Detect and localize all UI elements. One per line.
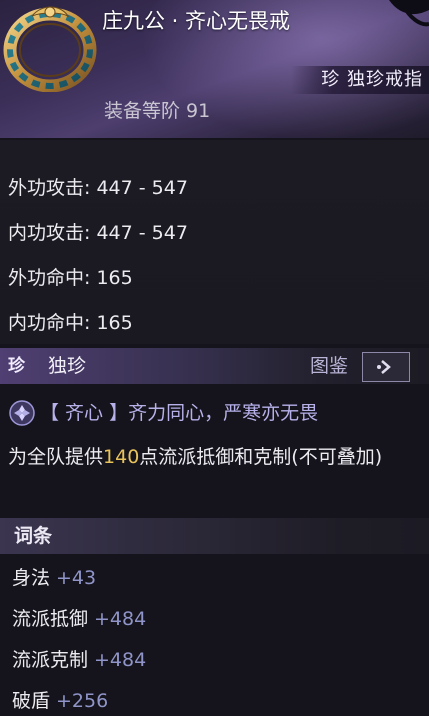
rarity-badge: 珍 xyxy=(8,356,25,376)
equip-level: 装备等阶 91 xyxy=(104,100,211,122)
affix-name: 流派克制 xyxy=(12,649,89,671)
affix-title: 词条 xyxy=(14,525,53,547)
stat-line: 内功攻击: 447 - 547 xyxy=(8,218,188,248)
stat-value: 447 - 547 xyxy=(96,222,188,244)
stat-label: 内功命中: xyxy=(8,312,91,334)
affix-name: 破盾 xyxy=(12,690,51,712)
rarity-tag: 珍 独珍戒指 xyxy=(291,66,429,94)
affix-name: 流派抵御 xyxy=(12,608,89,630)
corner-ornament-icon xyxy=(389,0,429,27)
codex-button[interactable] xyxy=(362,352,410,382)
stat-value: 165 xyxy=(96,312,133,334)
stat-label: 外功命中: xyxy=(8,267,91,289)
affix-section-header xyxy=(0,518,429,554)
item-header: 庄九公 · 齐心无畏戒 珍 独珍戒指 装备等阶 91 xyxy=(0,0,429,140)
set-effect: 【 齐心 】齐力同心，严寒亦无畏 xyxy=(8,398,318,428)
affix-value: +256 xyxy=(56,690,109,712)
affix-line: 流派抵御 +484 xyxy=(12,604,146,634)
stat-line: 外功攻击: 447 - 547 xyxy=(8,173,188,203)
stat-label: 内功攻击: xyxy=(8,222,91,244)
stat-line: 内功命中: 165 xyxy=(8,308,133,338)
stat-value: 165 xyxy=(96,267,133,289)
ring-icon xyxy=(3,6,97,92)
affix-line: 流派克制 +484 xyxy=(12,645,146,675)
stat-value: 447 - 547 xyxy=(96,177,188,199)
codex-label[interactable]: 图鉴 xyxy=(310,353,348,379)
desc-value: 140 xyxy=(103,446,140,468)
item-tooltip-panel: 庄九公 · 齐心无畏戒 珍 独珍戒指 装备等阶 91 外功攻击: 447 - 5… xyxy=(0,0,429,716)
stat-line: 外功命中: 165 xyxy=(8,263,133,293)
desc-suffix: 点流派抵御和克制(不可叠加) xyxy=(139,446,383,468)
affix-line: 破盾 +256 xyxy=(12,686,108,716)
stat-label: 外功攻击: xyxy=(8,177,91,199)
desc-prefix: 为全队提供 xyxy=(8,446,104,468)
affix-value: +484 xyxy=(94,649,147,671)
affix-value: +43 xyxy=(56,567,97,589)
set-effect-description: 为全队提供140点流派抵御和克制(不可叠加) xyxy=(8,440,423,474)
diamond-effect-icon xyxy=(9,400,35,426)
affix-value: +484 xyxy=(94,608,147,630)
affix-name: 身法 xyxy=(12,567,51,589)
affix-line: 身法 +43 xyxy=(12,563,96,593)
item-name: 庄九公 · 齐心无畏戒 xyxy=(102,9,291,33)
set-effect-name: 【 齐心 】齐力同心，严寒亦无畏 xyxy=(40,402,319,424)
set-title: 独珍 xyxy=(48,355,87,377)
arrow-right-icon xyxy=(377,360,391,374)
